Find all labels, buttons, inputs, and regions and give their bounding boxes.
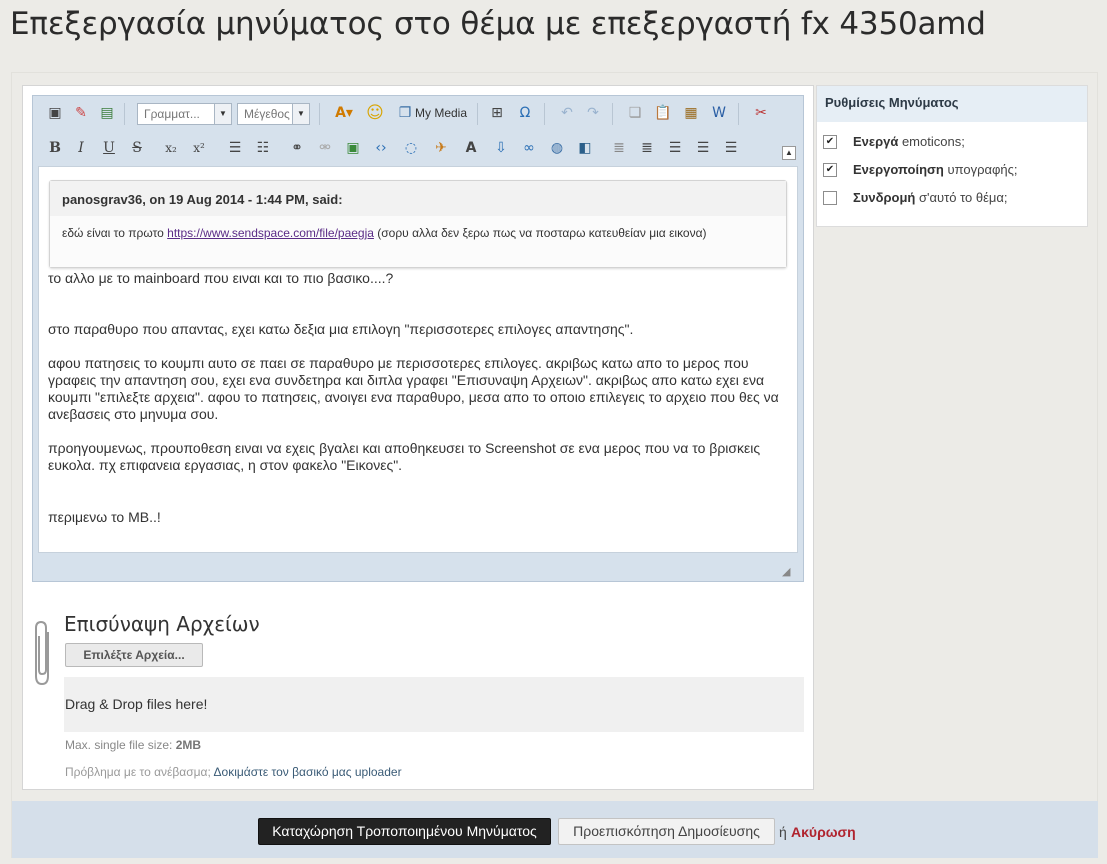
editor-paragraph: στο παραθυρο που απαντας, εχει κατω δεξι… — [48, 321, 634, 337]
toolbar-separator — [612, 103, 613, 125]
italic-icon[interactable]: I — [69, 136, 93, 160]
paste-word-icon[interactable]: W — [707, 101, 731, 125]
editor-paragraph: αφου πατησεις το κουμπι αυτο σε παει σε … — [48, 355, 779, 422]
spoiler-icon[interactable]: ✈ — [429, 136, 453, 160]
source-icon[interactable]: ▣ — [43, 101, 67, 125]
option-subscribe-topic[interactable]: Συνδρομή σ'αυτό το θέμα; — [823, 188, 1008, 208]
web-icon[interactable]: ◍ — [545, 136, 569, 160]
align-right-icon[interactable]: ☰ — [719, 136, 743, 160]
option-enable-signature[interactable]: ✔ Ενεργοποίηση υπογραφής; — [823, 160, 1018, 180]
media-icon[interactable]: ❐ — [393, 101, 417, 125]
max-size-value: 2MB — [175, 738, 202, 752]
chevron-down-icon: ▼ — [214, 104, 231, 124]
undo-icon[interactable]: ↶ — [555, 101, 579, 125]
bold-icon[interactable]: B — [43, 136, 67, 160]
toolbar-separator — [738, 103, 739, 125]
file-dropzone[interactable]: Drag & Drop files here! — [64, 677, 804, 732]
form-actions-bar — [12, 801, 1098, 858]
upload-help: Πρόβλημα με το ανέβασμα; Δοκιμάστε τον β… — [65, 765, 402, 779]
quote-block: panosgrav36, on 19 Aug 2014 - 1:44 PM, s… — [49, 180, 787, 268]
option-label-bold: Ενεργοποίηση — [853, 162, 944, 177]
underline-icon[interactable]: U — [97, 136, 121, 160]
paste-icon[interactable]: 📋 — [651, 101, 675, 125]
url-icon[interactable]: ∞ — [517, 136, 541, 160]
preview-post-button[interactable]: Προεπισκόπηση Δημοσίευσης — [558, 818, 775, 845]
remove-format-icon[interactable]: ✂ — [749, 101, 773, 125]
paperclip-icon — [35, 620, 49, 686]
attachments-title: Επισύναψη Αρχείων — [64, 612, 260, 636]
numbered-list-icon[interactable]: ☷ — [251, 136, 275, 160]
resize-handle-icon[interactable]: ◢ — [782, 566, 794, 578]
bulleted-list-icon[interactable]: ☰ — [223, 136, 247, 160]
quote-icon[interactable]: ◌ — [399, 136, 423, 160]
eraser-icon[interactable]: ✎ — [69, 101, 93, 125]
quote-link[interactable]: https://www.sendspace.com/file/paegja — [167, 226, 374, 240]
option-label: υπογραφής; — [943, 162, 1018, 177]
post-options-panel: Ρυθμίσεις Μηνύματος ✔ Ενεργά emoticons; ✔… — [816, 85, 1088, 227]
toolbar-separator — [319, 103, 320, 125]
page-title: Επεξεργασία μηνύματος στο θέμα με επεξερ… — [10, 6, 986, 42]
font-size-select[interactable]: Μέγεθος ▼ — [237, 103, 310, 125]
align-left-icon[interactable]: ☰ — [663, 136, 687, 160]
option-label-bold: Συνδρομή — [853, 190, 916, 205]
checkbox-unchecked-icon[interactable] — [823, 190, 837, 205]
toolbar-separator — [477, 103, 478, 125]
toolbar-separator — [544, 103, 545, 125]
link-icon[interactable]: ⚭ — [285, 136, 309, 160]
option-label: σ'αυτό το θέμα; — [915, 190, 1008, 205]
font-family-value: Γραμματ... — [144, 107, 200, 121]
toolbar-separator — [124, 103, 125, 125]
upload-problem-text: Πρόβλημα με το ανέβασμα; — [65, 765, 214, 779]
quote-text: εδώ είναι το πρωτο — [62, 226, 168, 240]
outdent-icon[interactable]: ≣ — [607, 136, 631, 160]
toggle-editor-icon[interactable]: ▤ — [95, 101, 119, 125]
redo-icon[interactable]: ↷ — [581, 101, 605, 125]
chevron-down-icon: ▼ — [292, 104, 309, 124]
quote-text-after: (σορυ αλλα δεν ξερω πως να ποσταρω κατευ… — [373, 226, 707, 240]
align-center-icon[interactable]: ☰ — [691, 136, 715, 160]
option-label: emoticons; — [898, 134, 965, 149]
max-file-size: Max. single file size: 2MB — [65, 738, 201, 752]
font-family-select[interactable]: Γραμματ... ▼ — [137, 103, 232, 125]
choose-files-button[interactable]: Επιλέξτε Αρχεία... — [65, 643, 203, 667]
subscript-icon[interactable]: x₂ — [159, 136, 183, 160]
editor-paragraph: το αλλο με το mainboard που ειναι και το… — [48, 270, 394, 286]
max-size-label: Max. single file size: — [65, 738, 176, 752]
copy-icon[interactable]: ❏ — [623, 101, 647, 125]
quote-body: εδώ είναι το πρωτο https://www.sendspace… — [50, 216, 786, 267]
collapse-toolbar-button[interactable]: ▲ — [782, 146, 796, 160]
or-text: ή — [779, 824, 787, 840]
post-options-title: Ρυθμίσεις Μηνύματος — [817, 86, 1087, 122]
unlink-icon[interactable]: ⚮ — [313, 136, 337, 160]
submit-edit-button[interactable]: Καταχώρηση Τροποποιημένου Μηνύματος — [258, 818, 551, 845]
indent-icon[interactable]: ≣ — [635, 136, 659, 160]
quote-citation: panosgrav36, on 19 Aug 2014 - 1:44 PM, s… — [50, 181, 786, 216]
table-icon[interactable]: ⊞ — [485, 101, 509, 125]
my-media-button[interactable]: My Media — [415, 101, 467, 125]
font-color-icon[interactable]: A▾ — [329, 101, 359, 125]
cancel-link[interactable]: Ακύρωση — [791, 824, 856, 840]
basic-uploader-link[interactable]: Δοκιμάστε τον βασικό μας uploader — [214, 765, 402, 779]
emoticon-icon[interactable]: ☺ — [363, 101, 387, 125]
image-icon[interactable]: ▣ — [341, 136, 365, 160]
font-size-icon[interactable]: A — [459, 136, 483, 160]
option-label-bold: Ενεργά — [853, 134, 899, 149]
editor-paragraph: προηγουμενως, προυποθεση ειναι να εχεις … — [48, 440, 761, 473]
checkbox-checked-icon[interactable]: ✔ — [823, 162, 837, 177]
font-size-value: Μέγεθος — [244, 107, 290, 121]
code-icon[interactable]: ‹› — [369, 136, 393, 160]
editor-paragraph: περιμενω το MB..! — [48, 509, 161, 525]
strikethrough-icon[interactable]: S — [125, 136, 149, 160]
option-enable-emoticons[interactable]: ✔ Ενεργά emoticons; — [823, 132, 965, 152]
paste-text-icon[interactable]: ▦ — [679, 101, 703, 125]
media-embed-icon[interactable]: ◧ — [573, 136, 597, 160]
special-char-icon[interactable]: Ω — [513, 101, 537, 125]
checkbox-checked-icon[interactable]: ✔ — [823, 134, 837, 149]
upload-icon[interactable]: ⇩ — [489, 136, 513, 160]
superscript-icon[interactable]: x² — [187, 136, 211, 160]
